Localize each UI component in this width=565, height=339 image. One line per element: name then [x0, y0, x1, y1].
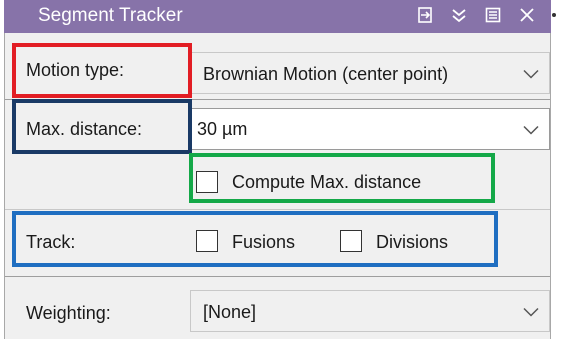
motion-type-value: Brownian Motion (center point): [203, 64, 449, 84]
close-icon[interactable]: [518, 6, 536, 24]
weighting-select[interactable]: [None]: [190, 290, 550, 332]
overflow-dot: [552, 13, 556, 17]
max-distance-highlight: [12, 99, 192, 154]
compute-highlight: [189, 153, 495, 203]
chevron-down-icon[interactable]: [523, 125, 539, 135]
row-divider: [5, 276, 550, 277]
max-distance-value: 30 µm: [197, 119, 248, 139]
dropdown-icon[interactable]: [450, 6, 468, 24]
panel-icon[interactable]: [484, 6, 502, 24]
chevron-down-icon: [523, 307, 539, 317]
row-divider: [5, 209, 550, 210]
track-highlight: [12, 211, 498, 267]
panel-titlebar: Segment Tracker: [4, 0, 551, 33]
max-distance-combo[interactable]: 30 µm: [190, 108, 550, 150]
pin-icon[interactable]: [416, 6, 434, 24]
panel-title: Segment Tracker: [38, 5, 183, 26]
weighting-label: Weighting:: [26, 303, 111, 323]
motion-type-highlight: [12, 43, 192, 98]
chevron-down-icon: [523, 69, 539, 79]
motion-type-select[interactable]: Brownian Motion (center point): [190, 52, 550, 94]
weighting-value: [None]: [203, 302, 257, 322]
